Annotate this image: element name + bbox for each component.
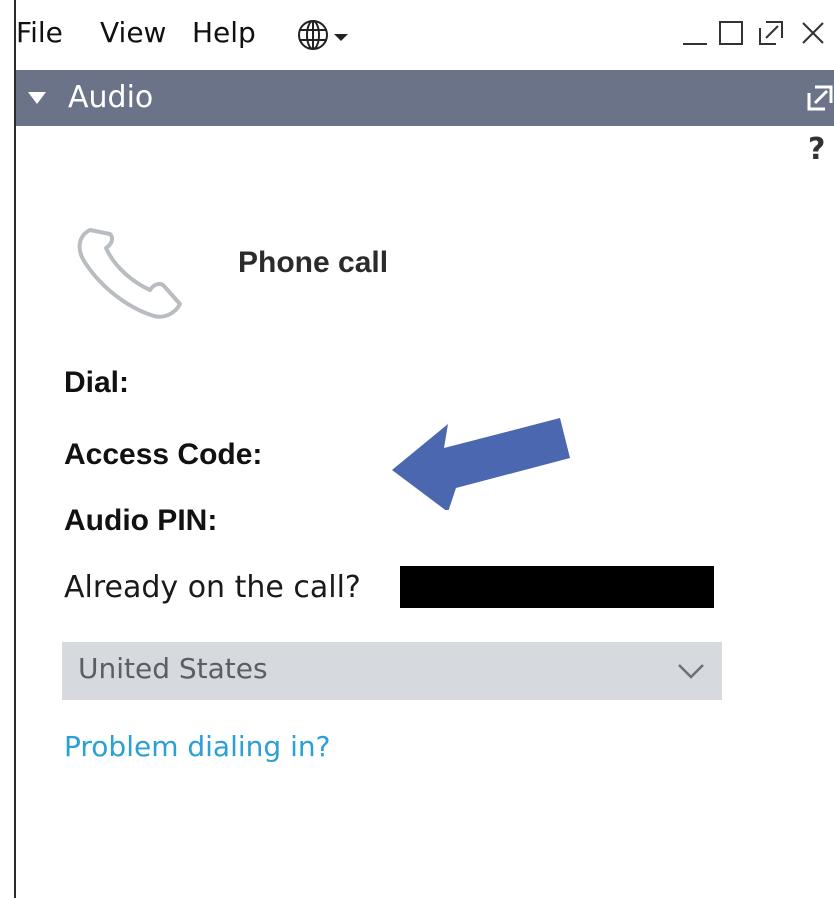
minimize-icon[interactable] [680, 18, 710, 48]
popout-icon[interactable] [806, 84, 834, 112]
popout-icon[interactable] [756, 18, 786, 48]
redacted-box [400, 566, 714, 608]
chevron-down-icon [678, 664, 704, 679]
problem-dialing-link[interactable]: Problem dialing in? [64, 730, 330, 763]
panel-title: Audio [68, 80, 154, 115]
help-button[interactable]: ? [808, 132, 825, 167]
maximize-icon[interactable] [716, 18, 746, 48]
triangle-down-icon[interactable] [28, 92, 46, 104]
country-value: United States [78, 652, 268, 685]
audio-panel-header[interactable]: Audio [16, 70, 834, 126]
menu-help[interactable]: Help [192, 14, 256, 52]
close-icon[interactable] [798, 18, 828, 48]
audio-window: File View Help Audio ? Phone call Dial: … [14, 0, 834, 898]
menu-bar: File View Help [16, 0, 834, 70]
audio-pin-label: Audio PIN: [64, 504, 218, 537]
annotation-arrow-icon [392, 418, 570, 510]
globe-icon[interactable] [296, 18, 330, 52]
chevron-down-icon[interactable] [334, 34, 348, 41]
dial-label: Dial: [64, 366, 130, 399]
menu-file[interactable]: File [16, 14, 63, 52]
phone-icon [77, 228, 182, 319]
country-dropdown[interactable]: United States [62, 642, 722, 700]
access-code-label: Access Code: [64, 438, 263, 471]
menu-view[interactable]: View [100, 14, 166, 52]
already-on-call-label: Already on the call? [64, 570, 361, 605]
phone-call-label: Phone call [238, 246, 389, 279]
